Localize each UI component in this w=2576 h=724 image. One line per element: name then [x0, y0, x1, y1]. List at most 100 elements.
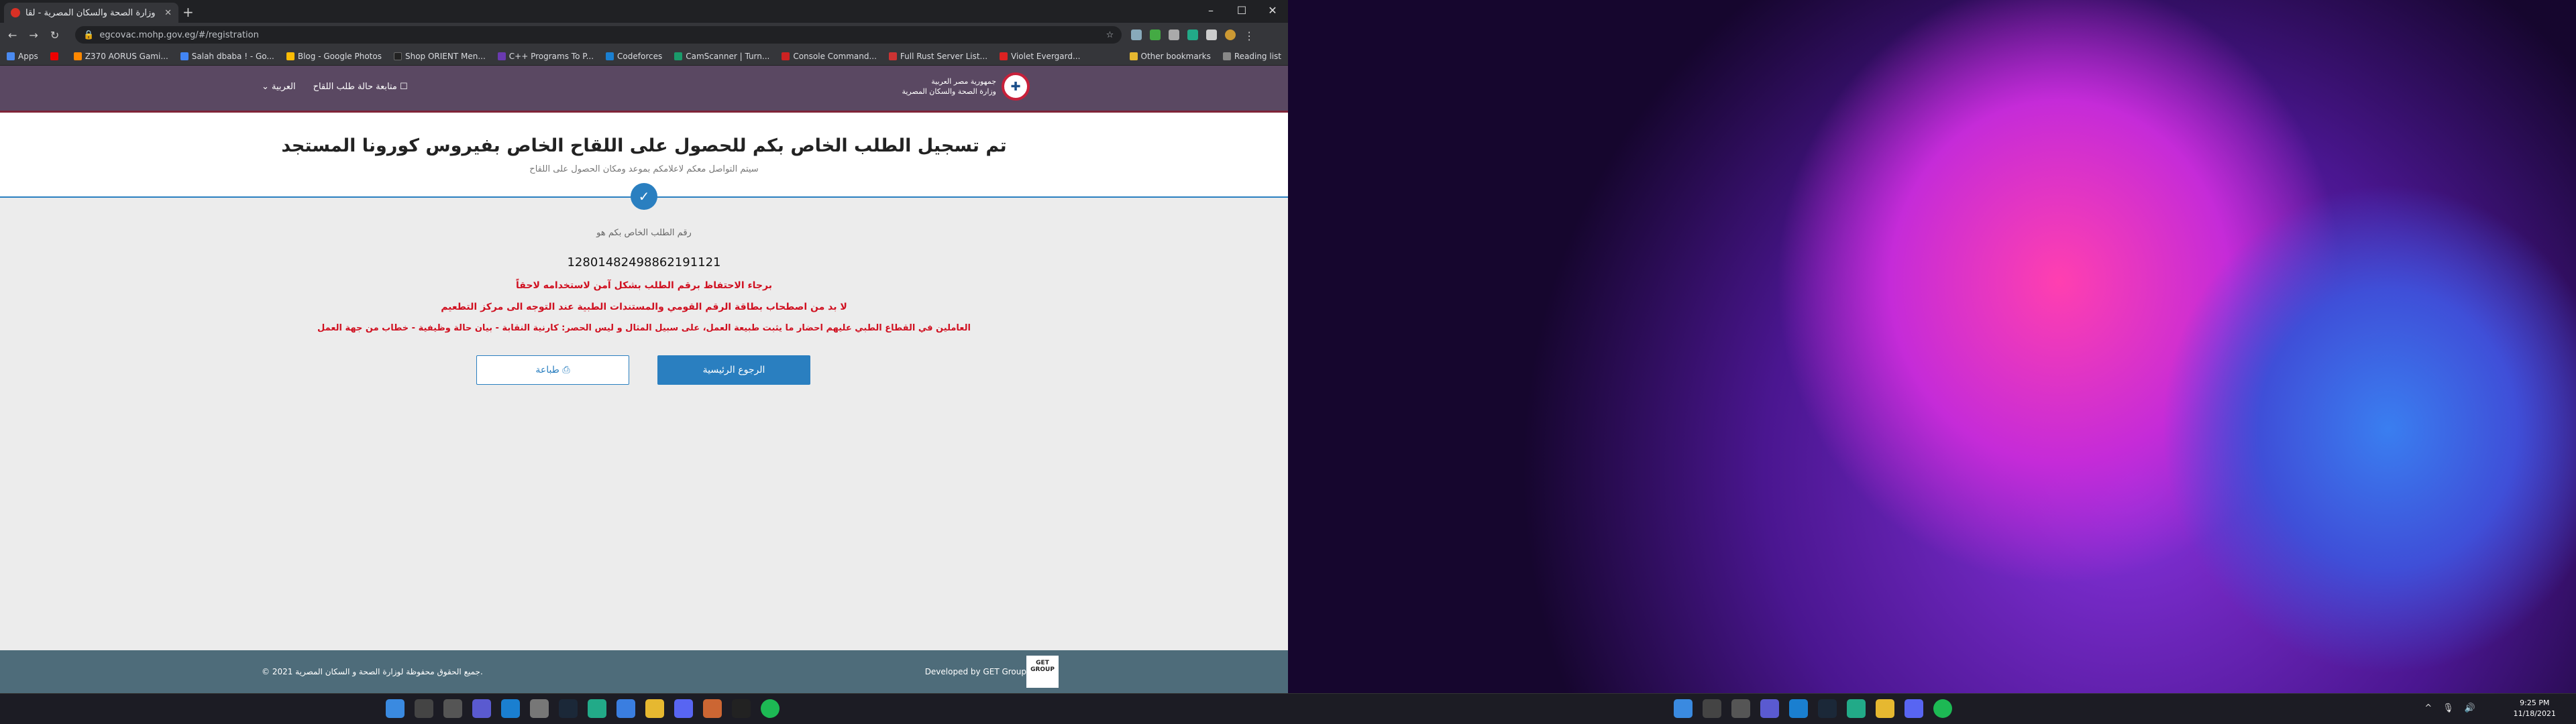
bookmarks-bar: Apps Z370 AORUS Gami... Salah dbaba ! - … — [0, 47, 1288, 66]
calendar-icon[interactable] — [530, 699, 549, 718]
clock[interactable]: 9:25 PM 11/18/2021 — [2514, 698, 2556, 719]
bookmarks-right: Other bookmarks Reading list — [1129, 47, 1281, 66]
steam-icon[interactable] — [559, 699, 578, 718]
reload-icon[interactable]: ↻ — [50, 29, 59, 42]
language-menu[interactable]: ⌄ العربية — [262, 82, 296, 92]
other-bookmarks[interactable]: Other bookmarks — [1129, 52, 1211, 61]
developer-credit: Developed by GET Group — [924, 667, 1026, 676]
bookmark-star-icon[interactable]: ☆ — [1106, 30, 1114, 40]
shield-icon[interactable] — [1150, 29, 1161, 40]
app-icon[interactable] — [616, 699, 635, 718]
site-nav: ⌄ العربية متابعة حالة طلب اللقاح ☐ — [262, 82, 408, 92]
task-view-icon[interactable] — [443, 699, 462, 718]
chevron-up-icon[interactable]: ^ — [2424, 703, 2432, 713]
bookmark-item[interactable] — [50, 52, 62, 60]
app-icon[interactable] — [703, 699, 722, 718]
browser-toolbar: ← → ↻ 🔒 egcovac.mohp.gov.eg/#/registrati… — [0, 23, 1288, 47]
microphone-icon[interactable]: 🎙 — [2443, 703, 2454, 713]
taskbar-apps-left — [386, 699, 780, 718]
chrome-icon[interactable] — [588, 699, 606, 718]
copyright-text: © 2021 جميع الحقوق محفوظة لوزارة الصحة و… — [262, 667, 483, 676]
bookmark-item[interactable]: Shop ORIENT Men... — [393, 52, 486, 61]
spotify-icon[interactable] — [1933, 699, 1952, 718]
youtube-icon — [50, 52, 58, 60]
logo-text: جمهورية مصر العربية وزارة الصحة والسكان … — [902, 77, 996, 96]
apps-icon — [7, 52, 15, 60]
desktop: Recycle BinGeForce ExperienceRGBFusion2.… — [1288, 0, 2576, 724]
task-view-icon[interactable] — [1731, 699, 1750, 718]
start-icon[interactable] — [386, 699, 405, 718]
check-icon: ✓ — [631, 183, 657, 210]
forward-icon[interactable]: → — [29, 29, 38, 42]
edge-icon[interactable] — [1789, 699, 1808, 718]
menu-icon[interactable]: ⋮ — [1244, 29, 1254, 42]
cloud-icon[interactable] — [1169, 29, 1180, 40]
puzzle-icon[interactable] — [1206, 29, 1218, 40]
extensions: ⋮ — [1131, 29, 1254, 42]
discord-icon[interactable] — [674, 699, 693, 718]
bookmark-item[interactable]: Console Command... — [782, 52, 877, 61]
extension-icon[interactable] — [1187, 29, 1199, 40]
url-text: egcovac.mohp.gov.eg/#/registration — [99, 29, 259, 40]
spotify-icon[interactable] — [761, 699, 780, 718]
bookmark-item[interactable]: Blog - Google Photos — [286, 52, 382, 61]
chrome-icon[interactable] — [1847, 699, 1866, 718]
ministry-logo[interactable]: جمهورية مصر العربية وزارة الصحة والسكان … — [902, 72, 1030, 101]
google-icon — [180, 52, 189, 60]
chevron-down-icon: ⌄ — [262, 82, 272, 92]
window-controls: – ☐ ✕ — [1195, 0, 1288, 23]
edit-icon: ☐ — [399, 82, 408, 92]
bookmark-item[interactable]: Salah dbaba ! - Go... — [180, 52, 274, 61]
minimize-icon[interactable]: – — [1195, 0, 1226, 23]
close-tab-icon[interactable]: ✕ — [164, 8, 172, 18]
bookmark-item[interactable]: Apps — [7, 52, 38, 61]
discord-icon[interactable] — [1904, 699, 1923, 718]
edge-icon[interactable] — [501, 699, 520, 718]
bookmark-item[interactable]: C++ Programs To P... — [497, 52, 594, 61]
close-window-icon[interactable]: ✕ — [1257, 0, 1288, 23]
reading-list-icon — [1222, 52, 1231, 60]
app-icon[interactable] — [732, 699, 751, 718]
volume-icon[interactable]: 🔊 — [2465, 703, 2475, 713]
chat-icon[interactable] — [472, 699, 491, 718]
reading-list[interactable]: Reading list — [1222, 52, 1281, 61]
bookmark-item[interactable]: Z370 AORUS Gami... — [73, 52, 168, 61]
extension-icon[interactable] — [1131, 29, 1142, 40]
tab-bar: وزارة الصحة والسكان المصرية - لقا ✕ + – … — [0, 0, 1288, 23]
site-header: جمهورية مصر العربية وزارة الصحة والسكان … — [0, 66, 1288, 113]
address-bar[interactable]: 🔒 egcovac.mohp.gov.eg/#/registration ☆ — [75, 26, 1122, 44]
file-explorer-icon[interactable] — [645, 699, 664, 718]
camscanner-icon — [674, 52, 683, 60]
taskbar-apps-right — [1674, 699, 1952, 718]
start-icon[interactable] — [1674, 699, 1693, 718]
warning-line: برجاء الاحتفاظ برقم الطلب بشكل آمن لاستخ… — [516, 280, 772, 291]
console-icon — [782, 52, 790, 60]
print-button[interactable]: طباعة ⎙ — [476, 355, 629, 385]
bookmark-item[interactable]: Full Rust Server List... — [888, 52, 987, 61]
avatar[interactable] — [1225, 29, 1236, 40]
bookmark-item[interactable]: CamScanner | Turn... — [674, 52, 769, 61]
search-icon[interactable] — [415, 699, 433, 718]
warning-line: لا بد من اصطحاب بطاقة الرقم القومي والمس… — [441, 302, 847, 312]
file-explorer-icon[interactable] — [1876, 699, 1894, 718]
new-tab-icon[interactable]: + — [182, 4, 194, 20]
follow-request-link[interactable]: متابعة حالة طلب اللقاح ☐ — [313, 82, 408, 92]
emblem-icon: ✚ — [1002, 72, 1030, 101]
folder-icon — [1129, 52, 1138, 60]
shop-icon — [393, 52, 402, 60]
bookmark-item[interactable]: Violet Evergard... — [1000, 52, 1080, 61]
browser-tab[interactable]: وزارة الصحة والسكان المصرية - لقا ✕ — [4, 3, 178, 23]
home-button[interactable]: الرجوع الرئيسية — [657, 355, 810, 385]
rust-icon — [888, 52, 897, 60]
steam-icon[interactable] — [1818, 699, 1837, 718]
maximize-icon[interactable]: ☐ — [1226, 0, 1257, 23]
print-icon: ⎙ — [562, 365, 570, 375]
search-icon[interactable] — [1703, 699, 1721, 718]
chat-icon[interactable] — [1760, 699, 1779, 718]
site-favicon-icon — [11, 8, 20, 17]
bookmark-item[interactable]: Codeforces — [606, 52, 662, 61]
request-number-label: رقم الطلب الخاص بكم هو — [596, 228, 692, 238]
photos-icon — [286, 52, 294, 60]
page-subtitle: سيتم التواصل معكم لاعلامكم بموعد ومكان ا… — [529, 164, 759, 174]
back-icon[interactable]: ← — [8, 29, 17, 42]
